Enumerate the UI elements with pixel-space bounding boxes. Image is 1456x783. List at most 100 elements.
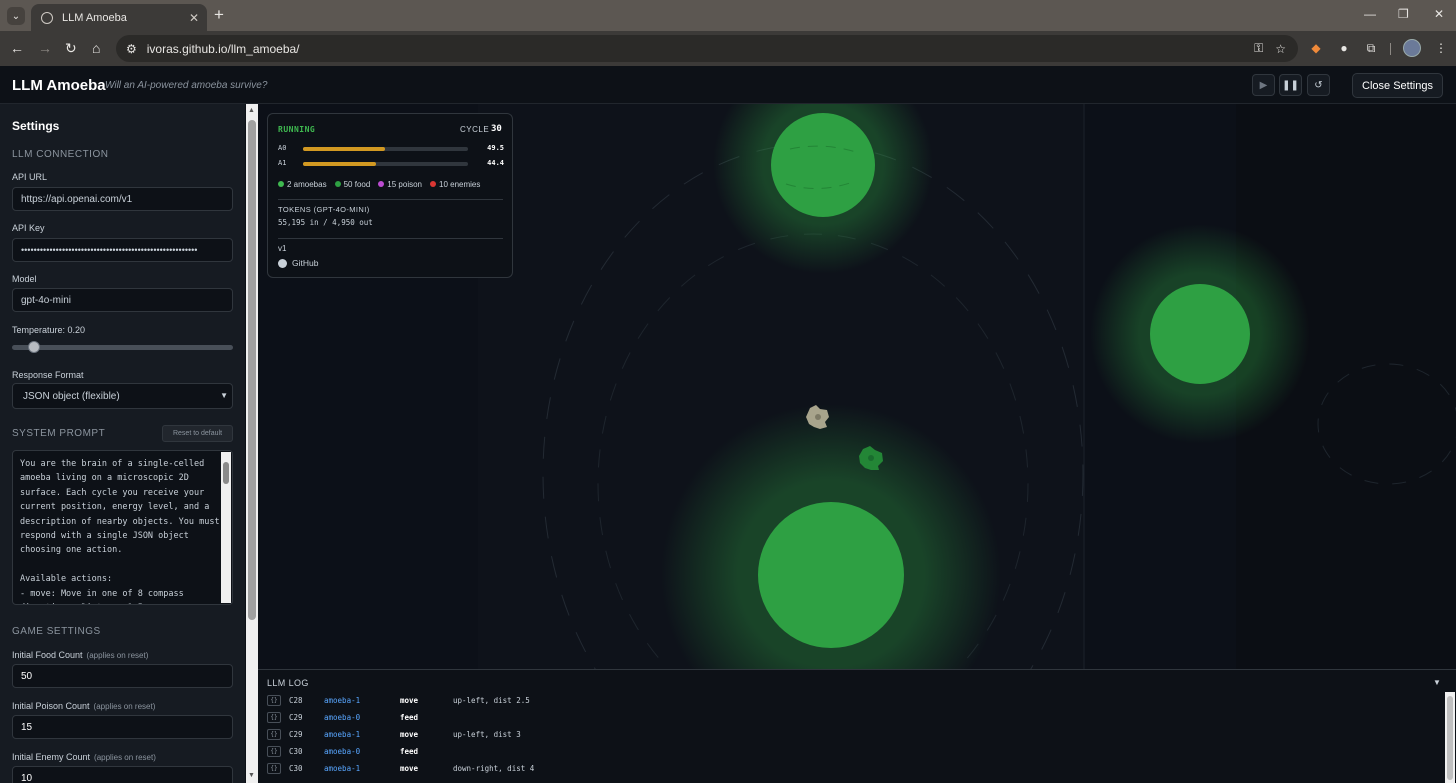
enemy-dot-icon	[430, 181, 436, 187]
app-tagline: Will an AI-powered amoeba survive?	[105, 80, 268, 91]
response-format-value: JSON object (flexible)	[23, 390, 120, 402]
scroll-down-icon[interactable]: ▼	[248, 772, 255, 779]
view-json-button[interactable]: {}	[267, 729, 281, 740]
poison-count: 15 poison	[378, 180, 422, 189]
llm-log-panel: LLM LOG ▼ {} C28 amoeba-1 move up-left, …	[258, 669, 1456, 783]
reload-icon[interactable]: ↻	[65, 40, 77, 57]
pause-icon: ❚❚	[1282, 79, 1299, 91]
poison-count-input[interactable]: 15	[12, 715, 233, 739]
llm-log-title: LLM LOG	[267, 678, 309, 688]
amoeba-dot-icon	[278, 181, 284, 187]
amoeba-energy-row: A0 49.5	[278, 144, 504, 154]
tab-search-icon[interactable]: ⌄	[7, 7, 25, 25]
reset-to-default-button[interactable]: Reset to default	[162, 425, 233, 442]
metamask-fox-icon[interactable]: ◆	[1307, 39, 1325, 57]
url-text[interactable]: ivoras.github.io/llm_amoeba/	[147, 42, 1254, 56]
site-info-icon[interactable]: ⚙	[126, 42, 137, 56]
back-icon[interactable]: ←	[10, 40, 24, 56]
system-prompt-scroll-thumb[interactable]	[223, 462, 229, 484]
key-icon[interactable]: ⚿	[1254, 41, 1263, 56]
view-json-button[interactable]: {}	[267, 746, 281, 757]
log-cycle: C28	[289, 696, 303, 705]
enemy-count-input[interactable]: 10	[12, 766, 233, 783]
collapse-log-icon[interactable]: ▼	[1433, 678, 1441, 687]
browser-menu-icon[interactable]: ⋮	[1432, 39, 1450, 57]
forward-icon[interactable]: →	[38, 40, 52, 56]
github-link[interactable]: GitHub	[278, 258, 318, 268]
llm-connection-heading: LLM Connection	[12, 149, 109, 160]
food-count-text: 50 food	[343, 180, 371, 189]
view-json-button[interactable]: {}	[267, 695, 281, 706]
poison-count-label: Initial Poison Count (applies on reset)	[12, 701, 155, 711]
food-count-input[interactable]: 50	[12, 664, 233, 688]
tokens-value: 55,195 in / 4,950 out	[278, 218, 373, 227]
food-count-label-text: Initial Food Count	[12, 650, 83, 660]
food-blob	[758, 502, 904, 648]
response-format-select[interactable]: JSON object (flexible) ▼	[12, 383, 233, 409]
enemy-count: 10 enemies	[430, 180, 480, 189]
play-button[interactable]: ▶	[1252, 74, 1275, 96]
new-tab-icon[interactable]: +	[214, 5, 224, 25]
divider	[278, 238, 503, 239]
food-count-label: Initial Food Count (applies on reset)	[12, 650, 148, 660]
amoeba-name: A1	[278, 159, 287, 167]
food-count: 50 food	[334, 180, 371, 189]
api-url-input[interactable]: https://api.openai.com/v1	[12, 187, 233, 211]
play-icon: ▶	[1259, 79, 1268, 91]
cycle-label: CYCLE	[460, 125, 490, 134]
tokens-label: TOKENS (GPT-4O-MINI)	[278, 205, 370, 214]
log-row: {} C28 amoeba-1 move up-left, dist 2.5	[267, 694, 1437, 708]
close-tab-icon[interactable]: ✕	[189, 11, 199, 25]
chat-extension-icon[interactable]: ●	[1335, 39, 1353, 57]
temperature-slider-handle[interactable]	[28, 341, 41, 353]
browser-tab-strip: ⌄ LLM Amoeba ✕ + — ❐ ✕	[0, 0, 1456, 31]
divider	[278, 199, 503, 200]
reset-button[interactable]: ↺	[1307, 74, 1330, 96]
energy-bar	[303, 147, 468, 151]
settings-scrollbar[interactable]: ▲ ▼	[246, 104, 258, 783]
pause-button[interactable]: ❚❚	[1279, 74, 1302, 96]
app-title: LLM Amoeba	[12, 77, 106, 94]
view-json-button[interactable]: {}	[267, 763, 281, 774]
version-label: v1	[278, 244, 287, 253]
minimize-icon[interactable]: —	[1364, 7, 1376, 21]
log-amoeba: amoeba-0	[324, 747, 361, 756]
amoeba-energy-row: A1 44.4	[278, 159, 504, 169]
poison-count-label-text: Initial Poison Count	[12, 701, 90, 711]
log-action: move	[400, 696, 419, 705]
restore-icon[interactable]: ❐	[1398, 7, 1409, 21]
model-input[interactable]: gpt-4o-mini	[12, 288, 233, 312]
log-detail: up-left, dist 2.5	[453, 696, 530, 705]
log-cycle: C30	[289, 747, 303, 756]
system-prompt-textarea[interactable]: You are the brain of a single-celled amo…	[12, 450, 233, 605]
log-row: {} C29 amoeba-1 move up-left, dist 3	[267, 728, 1437, 742]
energy-bar-fill	[303, 162, 377, 166]
github-link-text[interactable]: GitHub	[292, 258, 318, 268]
view-json-button[interactable]: {}	[267, 712, 281, 723]
system-prompt-text[interactable]: You are the brain of a single-celled amo…	[20, 457, 220, 604]
omnibox[interactable]: ⚙ ivoras.github.io/llm_amoeba/ ⚿ ☆	[116, 35, 1298, 62]
settings-scroll-thumb[interactable]	[248, 120, 256, 620]
log-action: move	[400, 730, 419, 739]
amoeba-energy: 49.5	[487, 144, 504, 152]
log-detail: up-left, dist 3	[453, 730, 521, 739]
api-key-input[interactable]: ••••••••••••••••••••••••••••••••••••••••…	[12, 238, 233, 262]
scroll-up-icon[interactable]: ▲	[248, 107, 255, 114]
extensions-puzzle-icon[interactable]: ⧉	[1362, 39, 1380, 57]
browser-tab[interactable]: LLM Amoeba ✕	[31, 4, 207, 31]
log-scroll-thumb[interactable]	[1447, 696, 1453, 780]
system-prompt-scrollbar[interactable]	[221, 452, 231, 603]
amoeba-0-nucleus	[815, 414, 821, 420]
temperature-slider[interactable]	[12, 341, 233, 353]
bookmark-star-icon[interactable]: ☆	[1275, 42, 1286, 56]
toolbar-separator	[1390, 43, 1391, 55]
amoeba-name: A0	[278, 144, 287, 152]
close-settings-button[interactable]: Close Settings	[1352, 73, 1443, 98]
profile-avatar[interactable]	[1403, 39, 1421, 57]
enemy-count-text: 10 enemies	[439, 180, 481, 189]
window-close-icon[interactable]: ✕	[1434, 7, 1444, 21]
log-scrollbar[interactable]	[1445, 692, 1455, 783]
home-icon[interactable]: ⌂	[92, 40, 100, 56]
enemy-count-label-text: Initial Enemy Count	[12, 752, 91, 762]
globe-icon	[41, 11, 53, 24]
